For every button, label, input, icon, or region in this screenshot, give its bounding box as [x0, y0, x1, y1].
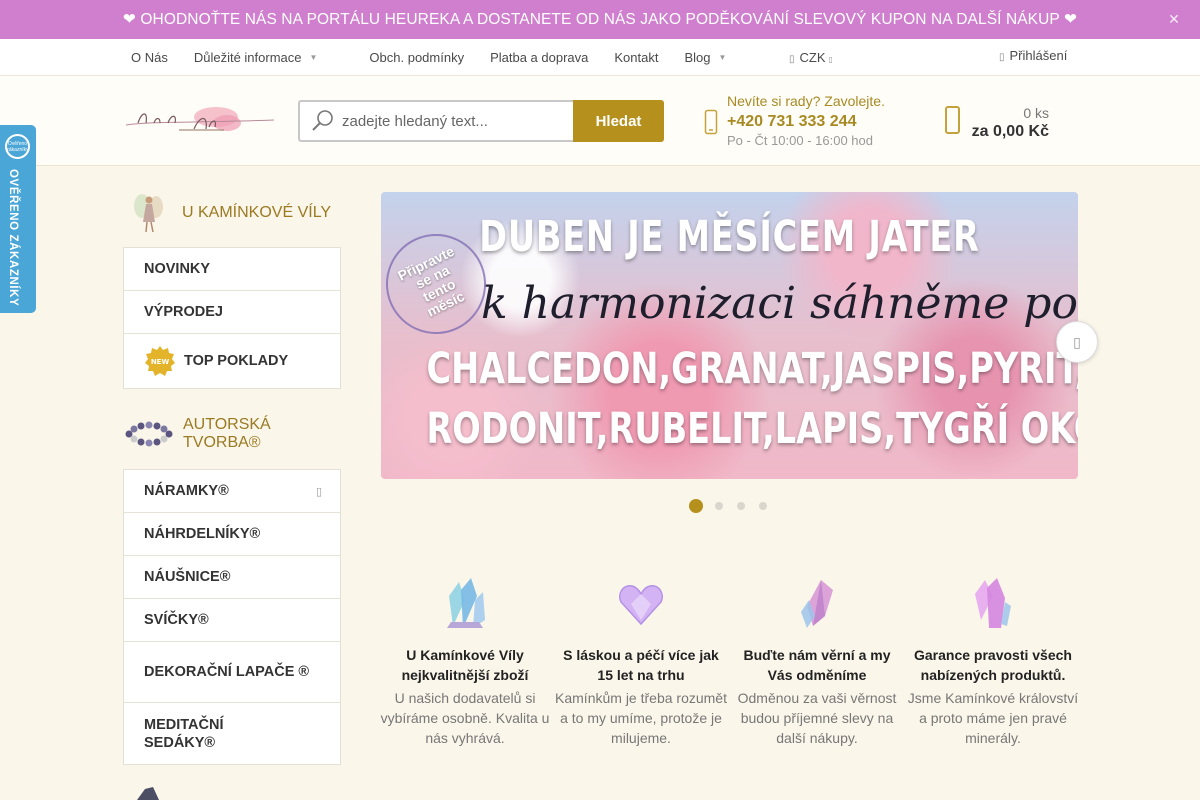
top-navigation: O Nás Důležité informace ▼ Obch. podmínky…	[0, 39, 1200, 76]
sidebar-section-title-line: TVORBA®	[183, 434, 261, 451]
sidebar-item-label: NÁHRDELNÍKY®	[144, 526, 261, 542]
sidebar-item-meditacni-sedaky[interactable]: MEDITAČNÍ SEDÁKY®	[124, 703, 340, 764]
cart-total: za 0,00 Kč	[971, 123, 1049, 140]
slider-dot[interactable]	[759, 502, 767, 510]
banner-stamp-text: Připravte se na tento měsíc	[395, 242, 467, 320]
feature-description: U našich dodavatelů si vybíráme osobně. …	[380, 690, 550, 746]
help-phone[interactable]: +420 731 333 244	[727, 113, 885, 131]
sidebar-item-top-poklady[interactable]: NEW TOP POKLADY	[124, 334, 340, 388]
new-badge-text: NEW	[151, 358, 170, 366]
cart-icon[interactable]	[944, 104, 962, 141]
crystal-gem-icon	[975, 578, 1011, 628]
crystal-cluster-icon	[447, 578, 485, 628]
sidebar-section-title: U KAMÍNKOVÉ VÍLY	[182, 204, 332, 221]
banner-line-2: k harmonizaci sáhněme po	[481, 278, 1078, 329]
sidebar-item-nahrdelniky[interactable]: NÁHRDELNÍKY®	[124, 513, 340, 556]
verified-reviews-tab[interactable]: Ověřeno zákazníky OVĚŘENO ZÁKAZNÍKY	[0, 125, 36, 313]
sidebar-item-novinky[interactable]: NOVINKY	[124, 248, 340, 291]
user-icon: ▯	[999, 52, 1005, 63]
chevron-right-icon: ▯	[1073, 333, 1081, 350]
help-contact: Nevíte si rady? Zavolejte. +420 731 333 …	[727, 93, 885, 148]
bracelet-icon	[125, 421, 173, 447]
sidebar-item-label: TOP POKLADY	[184, 353, 289, 369]
sidebar-item-vyprodej[interactable]: VÝPRODEJ	[124, 291, 340, 334]
nav-link-platba-doprava[interactable]: Platba a doprava	[490, 50, 588, 65]
promo-text: ❤ OHODNOŤTE NÁS NA PORTÁLU HEUREKA A DOS…	[122, 11, 1078, 28]
help-hours: Po - Čt 10:00 - 16:00 hod	[727, 133, 873, 148]
nav-link-dulezite-informace[interactable]: Důležité informace ▼	[194, 50, 344, 65]
fairy-icon	[134, 194, 163, 233]
promo-banner[interactable]: ❤ OHODNOŤTE NÁS NA PORTÁLU HEUREKA A DOS…	[0, 0, 1200, 39]
feature-title: Buďte nám věrní a my Vás odměníme	[743, 647, 891, 683]
chevron-down-icon: ▼	[718, 53, 727, 62]
slider-dot[interactable]	[737, 502, 745, 510]
search-box	[298, 100, 574, 142]
banner-line-1: DUBEN JE MĚSÍCEM JATER	[479, 212, 980, 262]
feature-quality: U Kamínkové Víly nejkvalitnější zboží U …	[379, 576, 551, 748]
sidebar-section-kaminkove-vily[interactable]: U KAMÍNKOVÉ VÍLY	[124, 192, 331, 234]
feature-title: S láskou a péčí více jak 15 let na trhu	[563, 647, 719, 683]
sidebar-item-label: NÁUŠNICE®	[144, 569, 231, 585]
sidebar-item-label: SVÍČKY®	[144, 612, 209, 628]
nav-link-blog[interactable]: Blog ▼	[684, 50, 752, 65]
sidebar-item-naramky[interactable]: NÁRAMKY® ▯	[124, 470, 340, 513]
heart-gem-icon	[619, 585, 663, 626]
nav-link-label: Důležité informace	[193, 50, 302, 65]
chevron-down-icon: ▼	[309, 53, 318, 62]
banner-line-3: CHALCEDON,GRANAT,JASPIS,PYRIT,RUBÍN	[426, 344, 1078, 394]
nav-link-label: Blog	[684, 50, 711, 65]
nav-link-obch-podminky[interactable]: Obch. podmínky	[369, 50, 464, 65]
sidebar-item-label: NOVINKY	[144, 261, 211, 277]
search-input[interactable]	[342, 112, 562, 130]
login-label: Přihlášení	[1009, 48, 1068, 63]
verified-text: OVĚŘENO ZÁKAZNÍKY	[7, 169, 19, 307]
feature-experience: S láskou a péčí více jak 15 let na trhu …	[555, 576, 727, 748]
new-badge-icon: NEW	[145, 346, 175, 376]
hero-banner[interactable]: DUBEN JE MĚSÍCEM JATER k harmonizaci sáh…	[381, 192, 1078, 479]
help-question: Nevíte si rady? Zavolejte.	[727, 93, 885, 109]
feature-title: U Kamínkové Víly nejkvalitnější zboží	[401, 647, 529, 683]
slider-dot[interactable]	[689, 499, 703, 513]
nav-link-kontakt[interactable]: Kontakt	[614, 50, 658, 65]
feature-loyalty: Buďte nám věrní a my Vás odměníme Odměno…	[731, 576, 903, 748]
feature-title: Garance pravosti všech nabízených produk…	[914, 647, 1072, 683]
feature-authenticity: Garance pravosti všech nabízených produk…	[907, 576, 1079, 748]
crystal-shard-icon	[801, 580, 833, 628]
slider-dots	[689, 499, 781, 513]
site-logo[interactable]	[124, 103, 279, 141]
sidebar-item-nausnice[interactable]: NÁUŠNICE®	[124, 556, 340, 599]
close-icon[interactable]: ✕	[1168, 11, 1180, 28]
chevron-down-icon: ▯	[828, 55, 833, 64]
login-link[interactable]: ▯ Přihlášení	[999, 48, 1067, 63]
slider-next-button[interactable]: ▯	[1056, 321, 1098, 363]
crystal-icon	[137, 787, 159, 800]
cart-summary[interactable]: 0 ks za 0,00 Kč	[972, 105, 1049, 141]
sidebar-item-label: VÝPRODEJ	[144, 304, 223, 320]
sidebar-menu-primary: NOVINKY VÝPRODEJ NEW TOP POKLADY	[123, 247, 341, 389]
sidebar-item-label: MEDITAČNÍ SEDÁKY®	[144, 716, 224, 751]
verified-badge-icon: Ověřeno zákazníky	[5, 134, 30, 159]
slider-dot[interactable]	[715, 502, 723, 510]
cart-count: 0 ks	[1023, 105, 1049, 121]
banner-line-4: RODONIT,RUBELIT,LAPIS,TYGŘÍ OKO,OLIVÍN	[426, 404, 1078, 454]
feature-description: Jsme Kamínkové království a proto máme j…	[907, 690, 1079, 746]
sidebar-item-dekoracni-lapace[interactable]: DEKORAČNÍ LAPAČE ®	[124, 642, 340, 703]
sidebar-item-label: NÁRAMKY®	[144, 483, 229, 499]
chevron-right-icon: ▯	[315, 485, 322, 498]
sidebar-menu-authorial: NÁRAMKY® ▯ NÁHRDELNÍKY® NÁUŠNICE® SVÍČKY®…	[123, 469, 341, 765]
feature-description: Odměnou za vaši věrnost budou příjemné s…	[737, 690, 897, 746]
search-icon	[312, 110, 333, 131]
currency-selector[interactable]: ▯ CZK ▯	[789, 50, 833, 65]
nav-link-o-nas[interactable]: O Nás	[131, 50, 168, 65]
feature-description: Kamínkům je třeba rozumět a to my umíme,…	[555, 690, 727, 746]
sidebar-item-label: DEKORAČNÍ LAPAČE ®	[144, 664, 310, 680]
sidebar-section-title-line: AUTORSKÁ	[183, 416, 271, 433]
search-button[interactable]: Hledat	[573, 100, 664, 142]
sidebar-section-title: AUTORSKÁ TVORBA®	[183, 416, 271, 452]
sidebar-section-autorska-tvorba[interactable]: AUTORSKÁ TVORBA®	[124, 414, 271, 454]
sidebar-item-svicky[interactable]: SVÍČKY®	[124, 599, 340, 642]
phone-icon	[704, 109, 718, 140]
coin-icon: ▯	[789, 54, 795, 65]
currency-label: CZK	[799, 50, 826, 65]
